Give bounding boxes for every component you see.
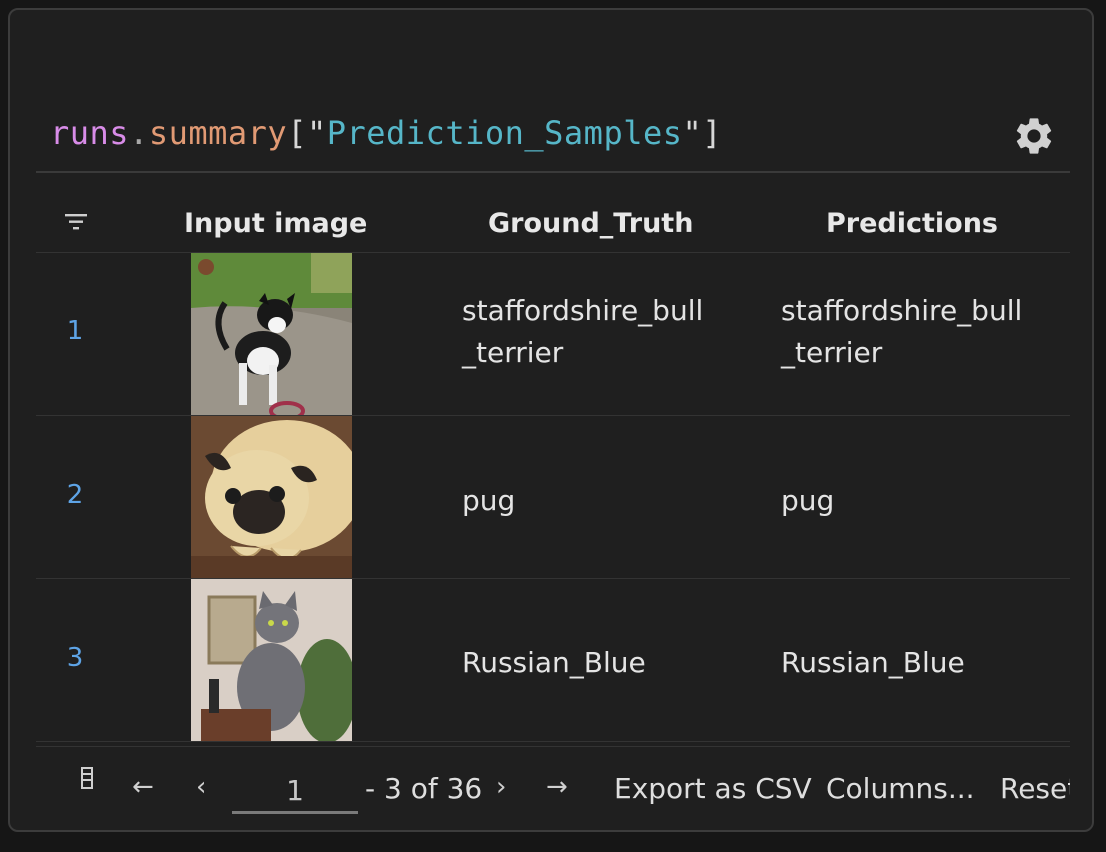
export-csv-button[interactable]: Export as CSV <box>614 772 812 805</box>
page-size-icon[interactable] <box>80 766 94 790</box>
column-header-ground-truth[interactable]: Ground_Truth <box>488 208 693 239</box>
row-index[interactable]: 2 <box>60 480 90 510</box>
pug-image <box>191 416 352 578</box>
prev-page-chevron-icon[interactable]: ‹ <box>196 772 206 802</box>
ground-truth-cell: pug <box>462 484 516 517</box>
first-page-arrow-icon[interactable]: ← <box>132 772 154 802</box>
reset-button[interactable]: Reset <box>1000 772 1070 805</box>
column-header-predictions[interactable]: Predictions <box>826 208 998 239</box>
expr-runs: runs <box>50 114 130 152</box>
prediction-line: _terrier <box>781 336 883 369</box>
last-page-arrow-icon[interactable]: → <box>546 772 568 802</box>
page-range-text: - 3 of 36 <box>365 772 483 805</box>
prediction-cell: pug <box>781 484 835 517</box>
column-header-input-image[interactable]: Input image <box>184 208 367 239</box>
expr-summary: summary <box>148 114 288 152</box>
ground-truth-cell: Russian_Blue <box>462 646 646 679</box>
header-divider <box>36 171 1070 173</box>
prediction-cell: staffordshire_bull _terrier <box>781 290 1022 374</box>
gear-icon[interactable] <box>1012 114 1056 158</box>
ground-truth-line: staffordshire_bull <box>462 294 704 327</box>
expr-close: "] <box>682 114 723 152</box>
footer-divider <box>36 746 1070 747</box>
row-index[interactable]: 3 <box>60 643 90 673</box>
row-index[interactable]: 1 <box>60 316 90 346</box>
cat-image <box>191 579 352 741</box>
row-divider <box>36 741 1070 742</box>
next-page-chevron-icon[interactable]: › <box>496 772 506 802</box>
dog-image <box>191 253 352 415</box>
expr-key: Prediction_Samples <box>326 114 683 152</box>
filter-icon[interactable] <box>64 212 88 232</box>
columns-button[interactable]: Columns... <box>826 772 975 805</box>
query-expression: runs.summary["Prediction_Samples"] <box>50 114 722 152</box>
expr-open: [" <box>287 114 327 152</box>
prediction-line: staffordshire_bull <box>781 294 1023 327</box>
prediction-cell: Russian_Blue <box>781 646 965 679</box>
page-number-input[interactable]: 1 <box>232 768 358 814</box>
table-panel: runs.summary["Prediction_Samples"] Input… <box>8 8 1094 832</box>
ground-truth-line: _terrier <box>462 336 564 369</box>
ground-truth-cell: staffordshire_bull _terrier <box>462 290 703 374</box>
expr-dot: . <box>129 114 149 152</box>
